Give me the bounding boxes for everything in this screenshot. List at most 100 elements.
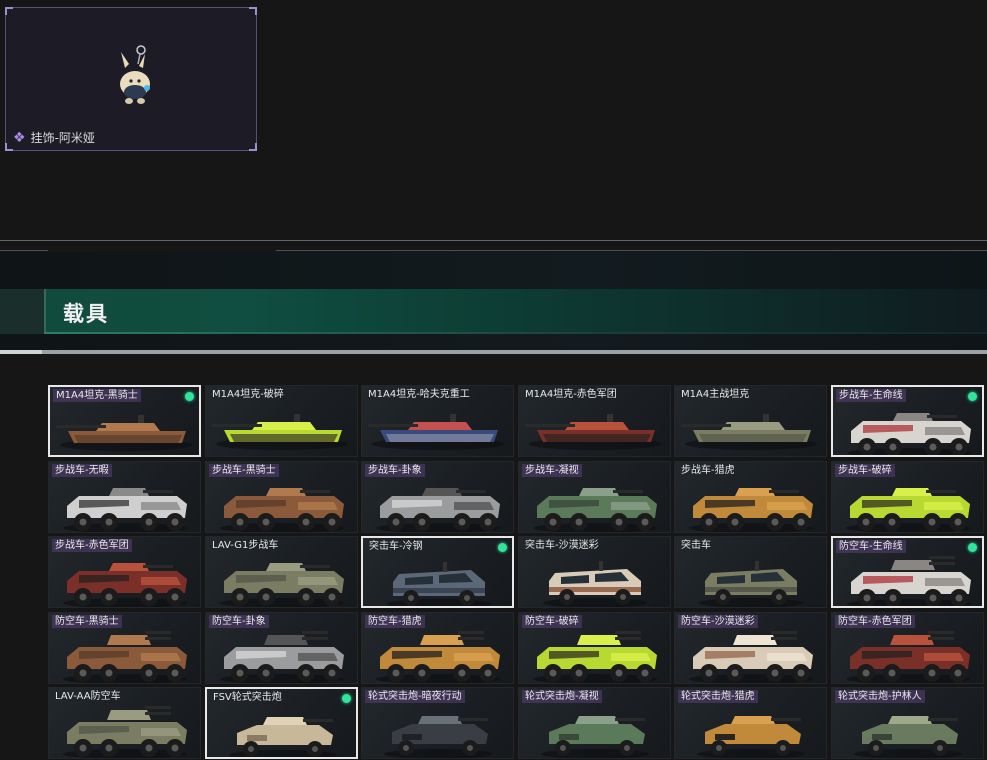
vehicle-name: 步战车-凝视 bbox=[522, 464, 582, 477]
vehicle-tile[interactable]: M1A4坦克-赤色军团 bbox=[518, 385, 671, 457]
vehicle-image bbox=[699, 561, 803, 607]
vehicle-tile[interactable]: 防空车-沙漠迷彩 bbox=[674, 612, 827, 684]
charm-card[interactable]: ❖ 挂饰-阿米娅 bbox=[5, 7, 257, 151]
vehicle-image bbox=[220, 488, 344, 532]
vehicle-image bbox=[525, 414, 661, 450]
vehicle-image bbox=[63, 706, 187, 758]
vehicle-name: M1A4坦克-赤色军团 bbox=[525, 389, 617, 400]
vehicle-tile[interactable]: 轮式突击炮-凝视 bbox=[518, 687, 671, 759]
equipped-indicator-icon bbox=[342, 694, 351, 703]
vehicle-image bbox=[220, 631, 344, 683]
vehicle-tile[interactable]: 防空车-生命线 bbox=[831, 536, 984, 608]
vehicle-name: LAV-G1步战车 bbox=[212, 540, 279, 551]
vehicle-tile[interactable]: M1A4坦克-哈夫克重工 bbox=[361, 385, 514, 457]
vehicle-name: 步战车-赤色军团 bbox=[52, 539, 132, 552]
vehicle-tile[interactable]: M1A4主战坦克 bbox=[674, 385, 827, 457]
vehicle-image bbox=[847, 413, 971, 455]
vehicle-name: 防空车-猎虎 bbox=[365, 615, 425, 628]
vehicle-tile[interactable]: 突击车 bbox=[674, 536, 827, 608]
vehicle-tile[interactable]: 步战车-生命线 bbox=[831, 385, 984, 457]
section-rule bbox=[0, 350, 987, 354]
card-corner bbox=[5, 143, 13, 151]
section-title: 载具 bbox=[63, 302, 109, 326]
vehicle-image bbox=[220, 563, 344, 607]
vehicle-image bbox=[63, 563, 187, 607]
vehicle-image bbox=[689, 631, 813, 683]
vehicle-image bbox=[846, 488, 970, 532]
vehicle-name: M1A4坦克-破碎 bbox=[212, 389, 284, 400]
vehicle-tile[interactable]: 步战车-无暇 bbox=[48, 461, 201, 533]
equipped-indicator-icon bbox=[968, 543, 977, 552]
vehicle-tile[interactable]: 步战车-破碎 bbox=[831, 461, 984, 533]
vehicle-name: 步战车-无暇 bbox=[52, 464, 112, 477]
vehicle-tile[interactable]: 防空车-破碎 bbox=[518, 612, 671, 684]
vehicle-name: 步战车-卦象 bbox=[365, 464, 425, 477]
title-bar-stub bbox=[0, 289, 46, 334]
vehicle-image bbox=[533, 631, 657, 683]
divider-line bbox=[0, 250, 48, 251]
vehicle-name: 轮式突击炮-猎虎 bbox=[678, 690, 758, 703]
card-corner bbox=[249, 143, 257, 151]
vehicle-tile[interactable]: 防空车-黑骑士 bbox=[48, 612, 201, 684]
vehicle-name: 突击车 bbox=[681, 540, 711, 551]
equipped-indicator-icon bbox=[185, 392, 194, 401]
vehicle-tile[interactable]: 突击车-冷钢 bbox=[361, 536, 514, 608]
vehicle-image bbox=[368, 414, 504, 450]
vehicle-tile[interactable]: 防空车-猎虎 bbox=[361, 612, 514, 684]
vehicle-tile[interactable]: LAV-G1步战车 bbox=[205, 536, 358, 608]
vehicle-name: 防空车-生命线 bbox=[836, 540, 906, 553]
vehicle-name: 防空车-赤色军团 bbox=[835, 615, 915, 628]
equipped-indicator-icon bbox=[968, 392, 977, 401]
vehicle-grid: M1A4坦克-黑骑士 M1A4坦克-破碎 M1A4坦克-哈夫克重工 M1A4坦克-赤色… bbox=[48, 385, 984, 760]
divider-line bbox=[276, 250, 987, 251]
vehicle-tile[interactable]: 突击车-沙漠迷彩 bbox=[518, 536, 671, 608]
vehicle-image bbox=[384, 716, 492, 758]
card-corner bbox=[249, 7, 257, 15]
vehicle-tile[interactable]: LAV-AA防空车 bbox=[48, 687, 201, 759]
vehicle-tile[interactable]: 步战车-赤色军团 bbox=[48, 536, 201, 608]
vehicle-tile[interactable]: 步战车-猎虎 bbox=[674, 461, 827, 533]
vehicle-name: 轮式突击炮-暗夜行动 bbox=[365, 690, 465, 703]
vehicle-image bbox=[847, 556, 971, 606]
vehicle-name: 步战车-猎虎 bbox=[681, 465, 735, 476]
vehicle-name: 轮式突击炮-凝视 bbox=[522, 690, 602, 703]
vehicle-name: 步战车-生命线 bbox=[836, 389, 906, 402]
vehicle-tile[interactable]: 步战车-卦象 bbox=[361, 461, 514, 533]
vehicle-tile[interactable]: 轮式突击炮-暗夜行动 bbox=[361, 687, 514, 759]
vehicle-name: 步战车-破碎 bbox=[835, 464, 895, 477]
vehicle-name: 突击车-冷钢 bbox=[369, 541, 423, 552]
vehicle-tile[interactable]: 防空车-卦象 bbox=[205, 612, 358, 684]
card-corner bbox=[5, 7, 13, 15]
vehicle-image bbox=[387, 562, 491, 606]
vehicle-image bbox=[854, 716, 962, 758]
vehicle-tile[interactable]: 轮式突击炮-猎虎 bbox=[674, 687, 827, 759]
vehicle-image bbox=[63, 631, 187, 683]
vehicle-image bbox=[229, 717, 337, 757]
vehicle-name: 防空车-黑骑士 bbox=[52, 615, 122, 628]
vehicle-tile[interactable]: 轮式突击炮-护林人 bbox=[831, 687, 984, 759]
vehicle-name: 步战车-黑骑士 bbox=[209, 464, 279, 477]
vehicle-name: M1A4坦克-黑骑士 bbox=[53, 389, 141, 402]
vehicle-image bbox=[376, 488, 500, 532]
vehicle-name: 防空车-沙漠迷彩 bbox=[678, 615, 758, 628]
vehicle-tile[interactable]: 防空车-赤色军团 bbox=[831, 612, 984, 684]
vehicle-image bbox=[681, 414, 817, 450]
vehicle-image bbox=[689, 488, 813, 532]
vehicle-tile[interactable]: M1A4坦克-破碎 bbox=[205, 385, 358, 457]
vehicle-image bbox=[56, 415, 192, 451]
vehicle-name: M1A4坦克-哈夫克重工 bbox=[368, 389, 470, 400]
charm-name: 挂饰-阿米娅 bbox=[30, 131, 95, 145]
section-title-bar: 载具 bbox=[0, 289, 987, 334]
vehicle-tile[interactable]: 步战车-黑骑士 bbox=[205, 461, 358, 533]
vehicle-name: M1A4主战坦克 bbox=[681, 389, 750, 400]
vehicle-image bbox=[697, 716, 805, 758]
vehicle-tile[interactable]: FSV轮式突击炮 bbox=[205, 687, 358, 759]
vehicle-tile[interactable]: 步战车-凝视 bbox=[518, 461, 671, 533]
divider-line bbox=[0, 240, 987, 241]
vehicle-image bbox=[541, 716, 649, 758]
vehicle-name: LAV-AA防空车 bbox=[55, 691, 121, 702]
vehicle-name: 轮式突击炮-护林人 bbox=[835, 690, 925, 703]
charm-amiya-image bbox=[120, 45, 150, 104]
vehicle-tile[interactable]: M1A4坦克-黑骑士 bbox=[48, 385, 201, 457]
vehicle-image bbox=[846, 631, 970, 683]
